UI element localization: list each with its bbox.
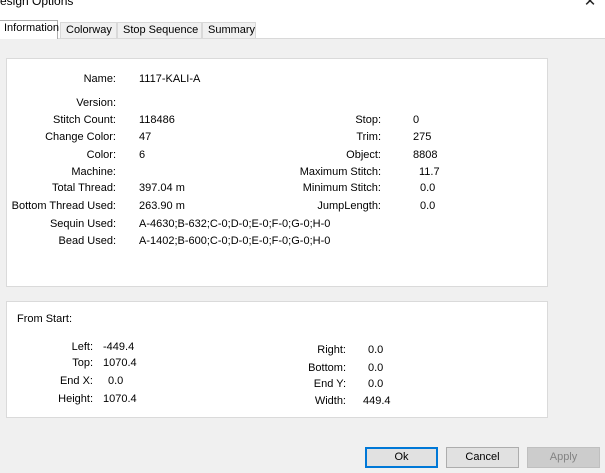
jump-length-value: 0.0: [420, 200, 436, 212]
bead-used-label: Bead Used:: [58, 235, 116, 247]
width-value: 449.4: [363, 395, 391, 407]
right-label: Right:: [317, 344, 346, 356]
machine-label: Machine:: [71, 166, 116, 178]
stop-label: Stop:: [355, 114, 381, 126]
trim-label: Trim:: [356, 131, 381, 143]
bottom-label: Bottom:: [308, 362, 346, 374]
color-value: 6: [139, 149, 146, 161]
bead-used-value: A-1402;B-600;C-0;D-0;E-0;F-0;G-0;H-0: [139, 235, 331, 247]
change-color-value: 47: [139, 131, 152, 143]
top-value: 1070.4: [103, 357, 137, 369]
stitch-count-value: 118486: [139, 114, 175, 126]
trim-value: 275: [413, 131, 432, 143]
jump-length-label: JumpLength:: [317, 200, 381, 212]
maximum-stitch-label: Maximum Stitch:: [299, 166, 381, 178]
title-bar: esign Options ✕: [0, 0, 605, 13]
left-label: Left:: [71, 341, 93, 353]
top-label: Top:: [72, 357, 93, 369]
ok-button[interactable]: Ok: [365, 447, 438, 468]
apply-button[interactable]: Apply: [527, 447, 600, 468]
tab-information[interactable]: Information: [0, 20, 59, 39]
bottom-value: 0.0: [368, 362, 384, 374]
left-value: -449.4: [103, 341, 135, 353]
end-x-label: End X:: [59, 375, 93, 387]
end-y-label: End Y:: [313, 378, 346, 390]
right-value: 0.0: [368, 344, 384, 356]
total-thread-value: 397.04 m: [139, 182, 185, 194]
close-icon[interactable]: ✕: [575, 0, 605, 12]
total-thread-label: Total Thread:: [51, 182, 116, 194]
name-label: Name:: [83, 73, 116, 85]
tab-stop-sequence[interactable]: Stop Sequence: [117, 22, 202, 39]
object-value: 8808: [413, 149, 438, 161]
end-x-value: 0.0: [108, 375, 124, 387]
minimum-stitch-value: 0.0: [420, 182, 436, 194]
color-label: Color:: [86, 149, 116, 161]
window-title: esign Options: [0, 0, 74, 8]
maximum-stitch-value: 11.7: [419, 166, 440, 178]
bottom-thread-value: 263.90 m: [139, 200, 185, 212]
object-label: Object:: [346, 149, 381, 161]
tab-divider: [0, 38, 605, 39]
from-start-heading: From Start:: [17, 313, 73, 325]
minimum-stitch-label: Minimum Stitch:: [302, 182, 381, 194]
name-value: 1117-KALI-A: [139, 73, 201, 85]
height-label: Height:: [58, 393, 93, 405]
version-label: Version:: [76, 97, 116, 109]
end-y-value: 0.0: [368, 378, 384, 390]
sequin-used-value: A-4630;B-632;C-0;D-0;E-0;F-0;G-0;H-0: [139, 218, 331, 230]
stitch-count-label: Stitch Count:: [53, 114, 116, 126]
tab-colorway[interactable]: Colorway: [60, 22, 117, 39]
width-label: Width:: [314, 395, 346, 407]
change-color-label: Change Color:: [45, 131, 116, 143]
bottom-thread-label: Bottom Thread Used:: [11, 200, 116, 212]
cancel-button[interactable]: Cancel: [446, 447, 519, 468]
stop-value: 0: [413, 114, 420, 126]
tab-summary[interactable]: Summary: [202, 22, 256, 39]
sequin-used-label: Sequin Used:: [49, 218, 116, 230]
height-value: 1070.4: [103, 393, 137, 405]
